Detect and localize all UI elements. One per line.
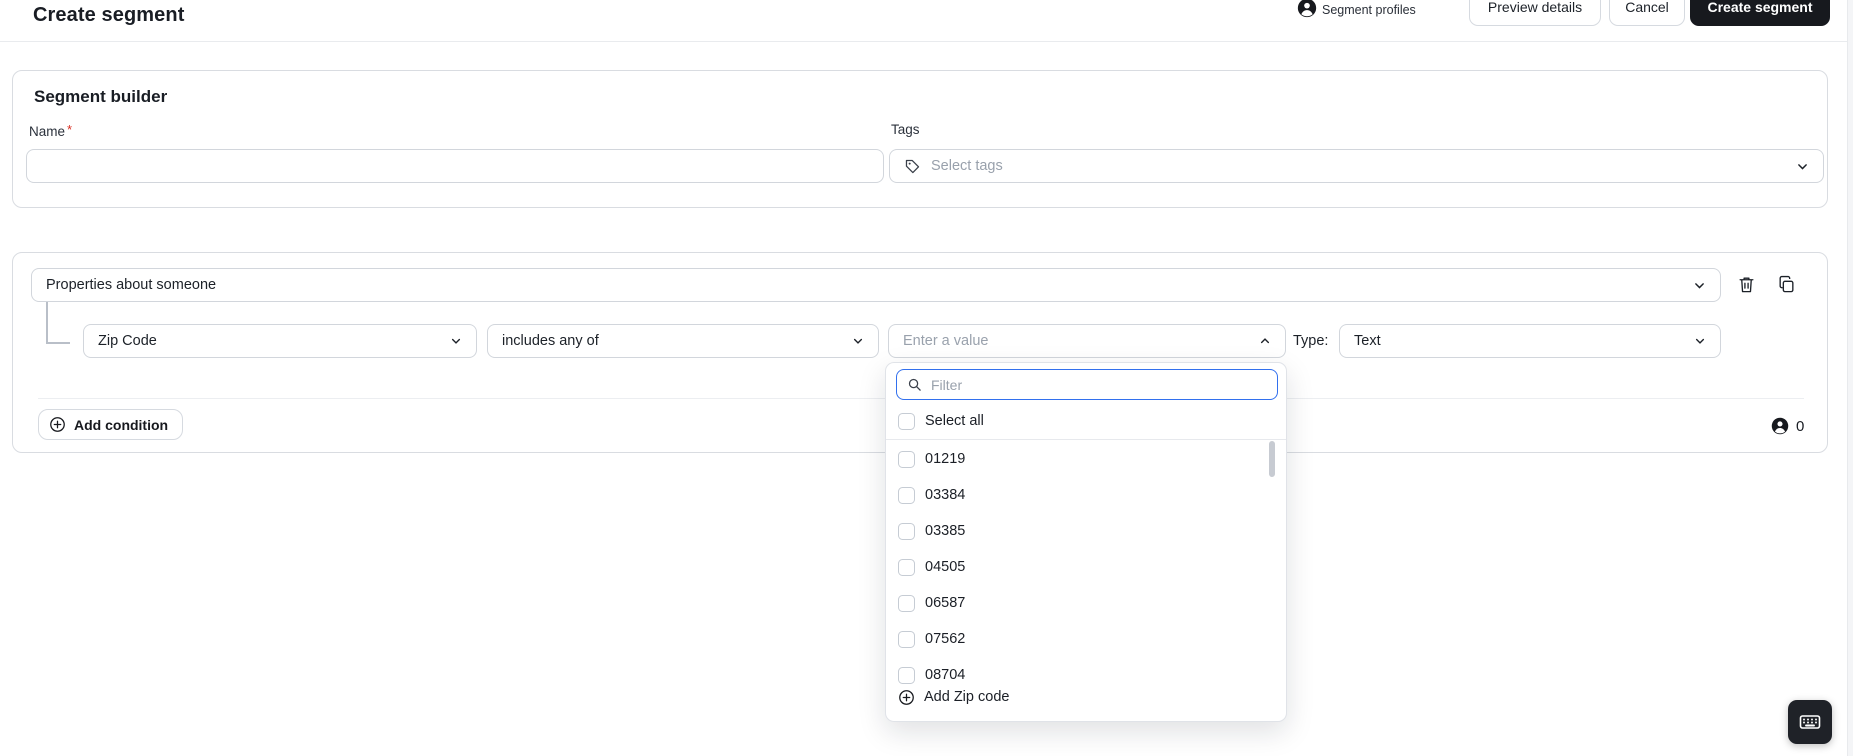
person-circle-icon xyxy=(1297,0,1317,18)
add-condition-button[interactable]: Add condition xyxy=(38,409,184,440)
add-zip-code-row[interactable]: Add Zip code xyxy=(886,680,1286,714)
trash-icon xyxy=(1737,275,1756,295)
zip-option-row[interactable]: 03385 xyxy=(886,513,1286,549)
keyboard-widget-button[interactable] xyxy=(1788,700,1832,744)
segment-profiles-label: Segment profiles xyxy=(1322,3,1416,17)
field-select-value: Zip Code xyxy=(98,333,157,349)
value-placeholder: Enter a value xyxy=(903,333,989,349)
zip-option-checkbox[interactable] xyxy=(898,558,915,576)
zip-option-checkbox[interactable] xyxy=(898,594,915,612)
chevron-up-icon xyxy=(1259,335,1271,347)
page-scrollbar[interactable] xyxy=(1847,0,1853,756)
keyboard-icon xyxy=(1798,710,1822,734)
tags-label: Tags xyxy=(891,122,920,137)
zip-option-label: 01219 xyxy=(925,451,966,467)
contact-count: 0 xyxy=(1796,417,1805,435)
dropdown-filter-field xyxy=(896,369,1278,400)
zip-option-label: 04505 xyxy=(925,559,966,575)
page-title: Create segment xyxy=(33,4,185,26)
name-label: Name * xyxy=(29,122,73,139)
required-asterisk: * xyxy=(67,122,73,137)
operator-select-value: includes any of xyxy=(502,333,599,349)
plus-circle-icon xyxy=(49,416,66,433)
plus-circle-icon xyxy=(898,689,915,706)
type-select-value: Text xyxy=(1354,333,1381,349)
operator-select[interactable]: includes any of xyxy=(487,324,879,358)
zip-option-checkbox[interactable] xyxy=(898,522,915,540)
dropdown-filter-input[interactable] xyxy=(931,376,1267,393)
select-all-row[interactable]: Select all xyxy=(886,405,1286,437)
select-all-checkbox[interactable] xyxy=(898,412,915,430)
segment-builder-card: Segment builder Name * Tags Select tags xyxy=(12,70,1828,208)
zip-option-list: 01219 03384 03385 04505 06587 07562 0870… xyxy=(886,441,1286,693)
chevron-down-icon xyxy=(1796,160,1809,173)
person-circle-icon xyxy=(1771,417,1789,435)
preview-details-button[interactable]: Preview details xyxy=(1469,0,1601,26)
search-icon xyxy=(907,377,922,392)
zip-option-row[interactable]: 04505 xyxy=(886,549,1286,585)
matched-contacts-counter: 0 xyxy=(1771,417,1804,435)
field-select[interactable]: Zip Code xyxy=(83,324,477,358)
dropdown-scrollbar-thumb[interactable] xyxy=(1269,441,1275,477)
cancel-button[interactable]: Cancel xyxy=(1609,0,1685,26)
type-label: Type: xyxy=(1293,333,1329,349)
delete-condition-button[interactable] xyxy=(1737,275,1757,295)
zip-option-label: 03384 xyxy=(925,487,966,503)
segment-builder-title: Segment builder xyxy=(34,87,168,106)
chevron-down-icon xyxy=(1694,335,1706,347)
duplicate-condition-button[interactable] xyxy=(1777,275,1797,295)
zip-option-row[interactable]: 07562 xyxy=(886,621,1286,657)
tag-icon xyxy=(904,158,921,175)
condition-connector-line xyxy=(46,342,70,344)
filter-group-value: Properties about someone xyxy=(46,277,217,293)
chevron-down-icon xyxy=(1693,279,1706,292)
zip-option-checkbox[interactable] xyxy=(898,630,915,648)
zip-option-row[interactable]: 06587 xyxy=(886,585,1286,621)
copy-icon xyxy=(1777,275,1796,295)
dropdown-divider xyxy=(886,439,1286,440)
create-segment-button[interactable]: Create segment xyxy=(1690,0,1830,26)
top-bar: Create segment Segment profiles Preview … xyxy=(0,0,1853,42)
add-condition-label: Add condition xyxy=(74,416,169,433)
condition-connector-line xyxy=(46,302,48,342)
type-select[interactable]: Text xyxy=(1339,324,1721,358)
chevron-down-icon xyxy=(450,335,462,347)
zip-option-checkbox[interactable] xyxy=(898,450,915,468)
filter-group-select[interactable]: Properties about someone xyxy=(31,268,1721,302)
zip-option-label: 07562 xyxy=(925,631,966,647)
zip-option-row[interactable]: 01219 xyxy=(886,441,1286,477)
chevron-down-icon xyxy=(852,335,864,347)
tags-placeholder: Select tags xyxy=(931,158,1003,174)
add-zip-code-label: Add Zip code xyxy=(924,689,1010,705)
zip-option-checkbox[interactable] xyxy=(898,486,915,504)
value-dropdown-panel: Select all 01219 03384 03385 xyxy=(885,362,1287,722)
create-segment-page: Create segment Segment profiles Preview … xyxy=(0,0,1853,756)
zip-option-label: 06587 xyxy=(925,595,966,611)
name-input[interactable] xyxy=(26,149,884,183)
select-all-label: Select all xyxy=(925,413,984,429)
zip-option-label: 03385 xyxy=(925,523,966,539)
value-multiselect[interactable]: Enter a value xyxy=(888,324,1286,358)
tags-select[interactable]: Select tags xyxy=(889,149,1824,183)
zip-option-row[interactable]: 03384 xyxy=(886,477,1286,513)
